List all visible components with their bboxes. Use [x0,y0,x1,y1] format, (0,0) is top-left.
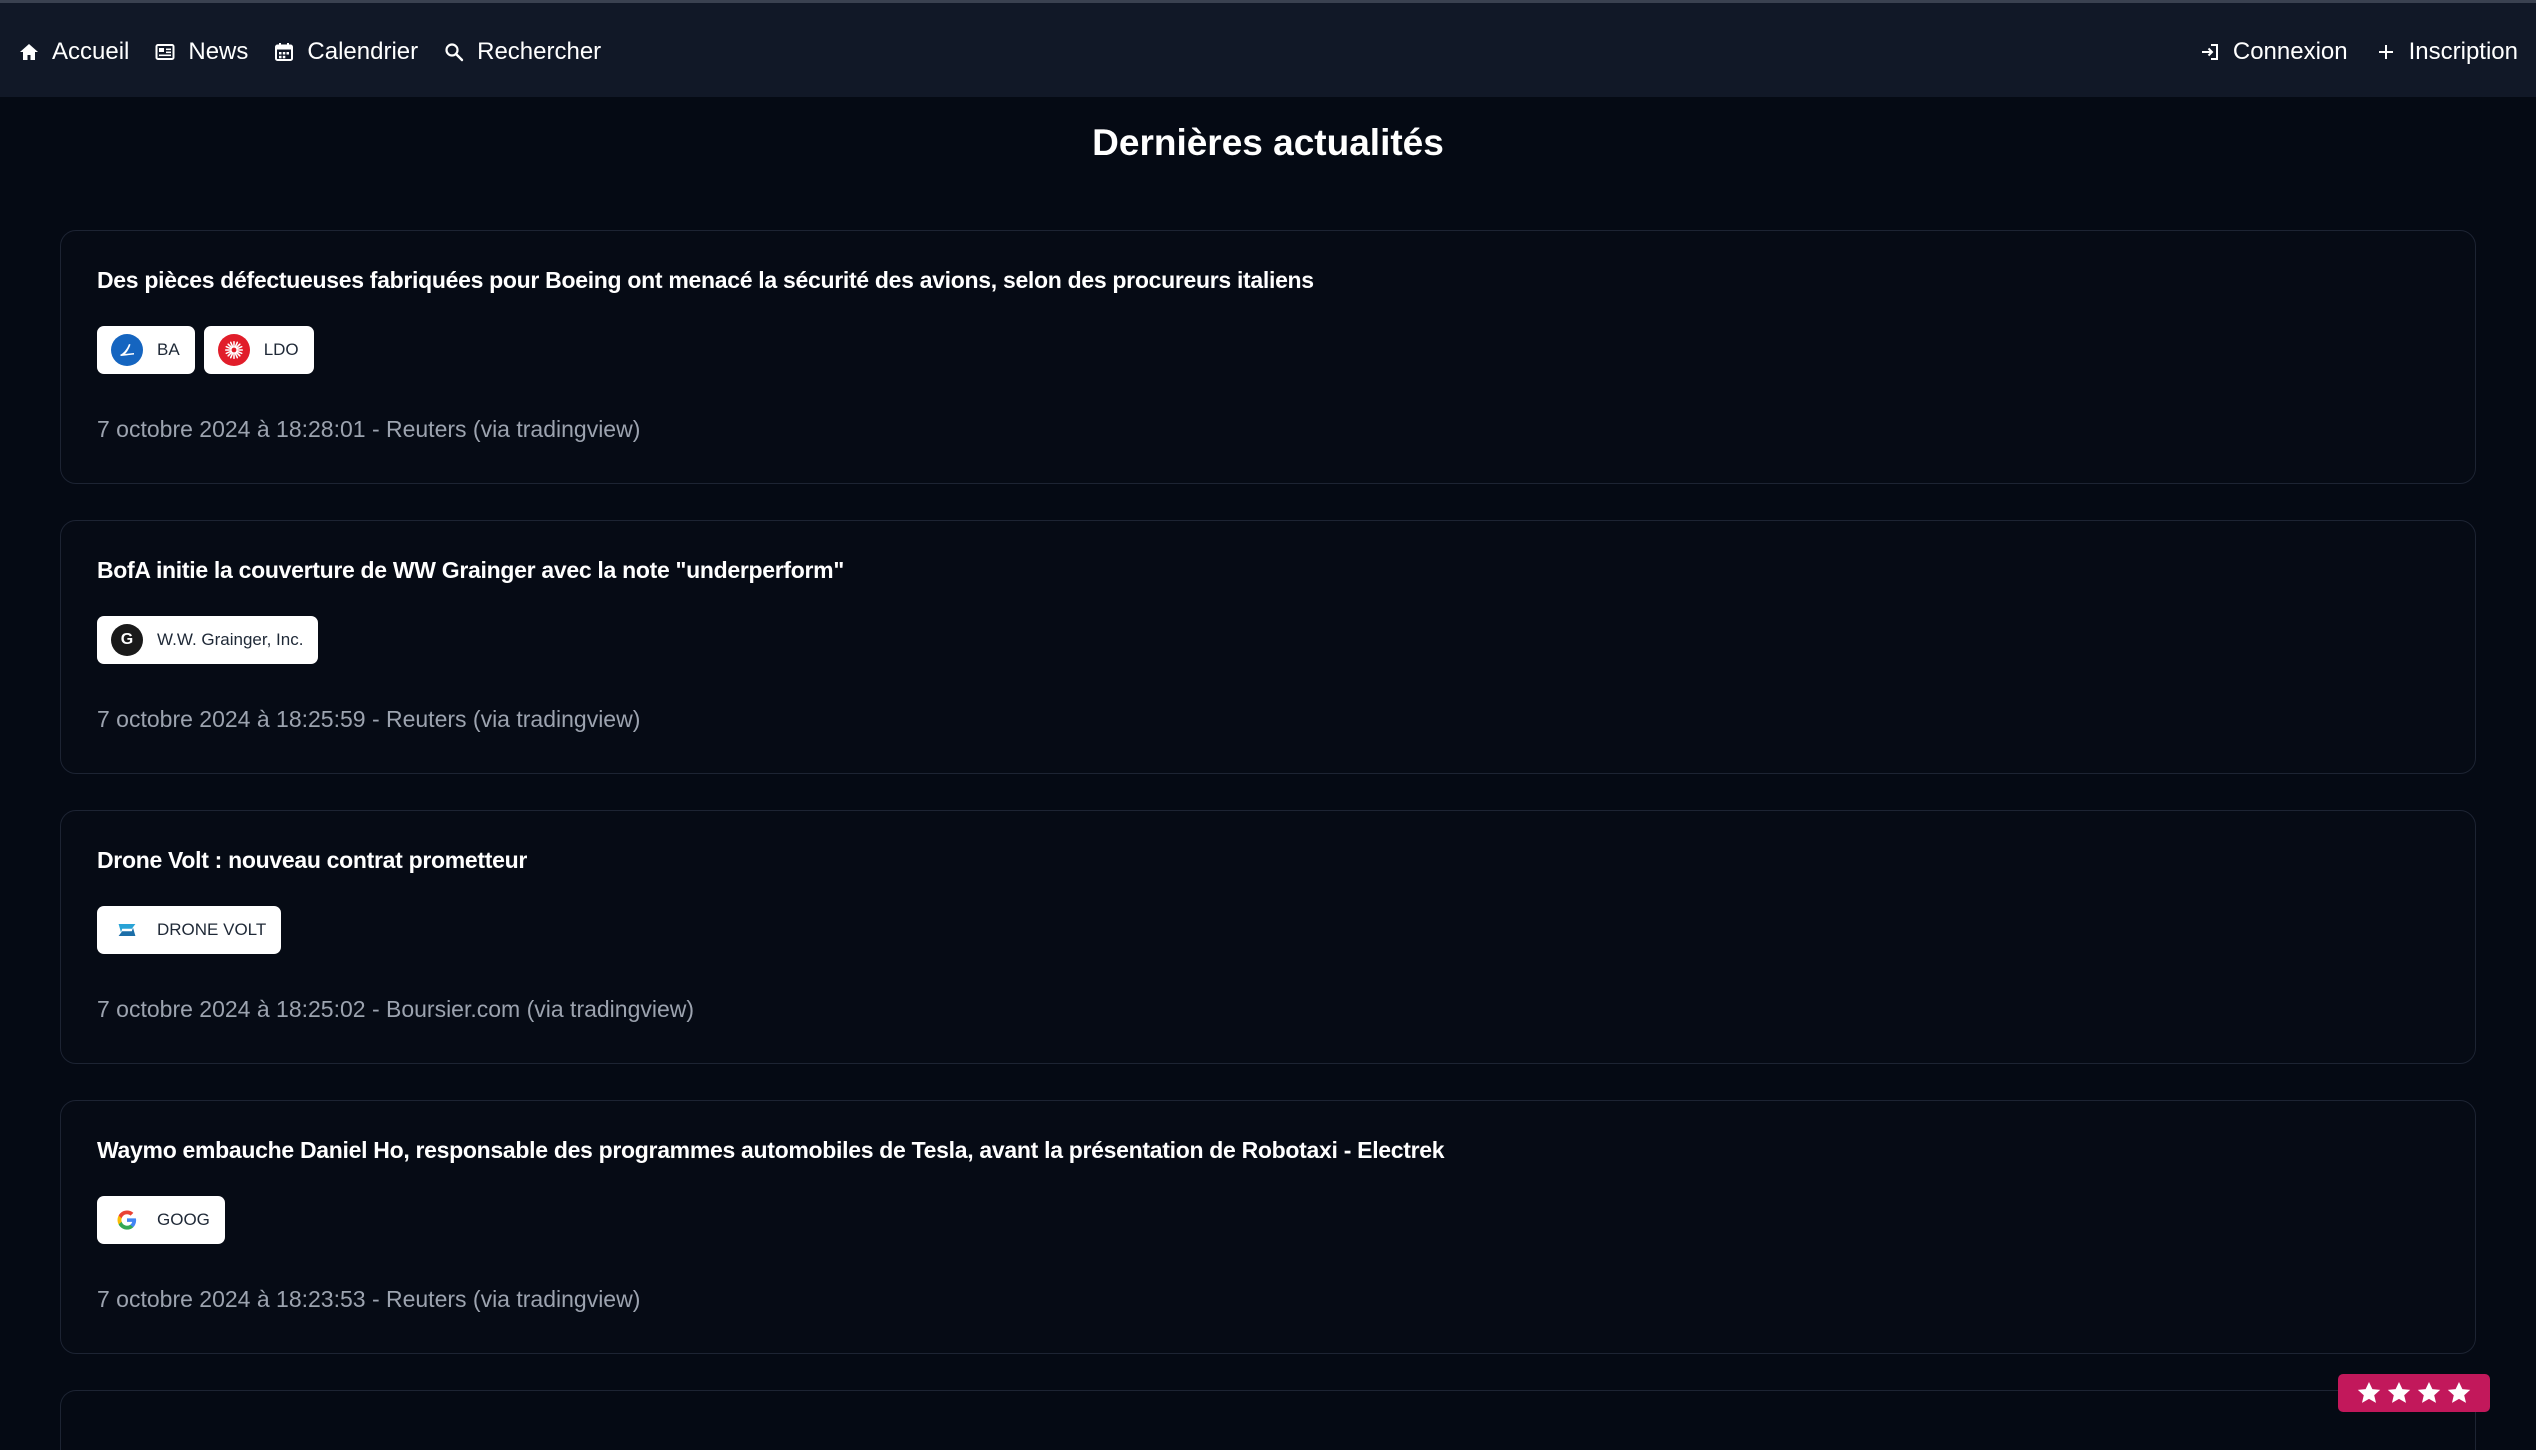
nav-news-label: News [188,37,249,65]
grainger-logo-icon: G [111,624,143,656]
news-title[interactable]: BofA initie la couverture de WW Grainger… [97,557,2439,584]
ticker-tags: BA LDO [97,326,2439,374]
news-card[interactable]: Drone Volt : nouveau contrat prometteur … [60,810,2476,1064]
ticker-tag-label: DRONE VOLT [157,920,267,939]
drone-volt-logo-icon [111,914,143,946]
newspaper-icon [154,41,176,63]
news-list: Des pièces défectueuses fabriquées pour … [60,230,2476,1450]
rating-badge[interactable] [2338,1374,2490,1412]
ticker-tags: GOOG [97,1196,2439,1244]
news-meta: 7 octobre 2024 à 18:25:59 - Reuters (via… [97,706,641,732]
top-navbar: Accueil News Calendrier Rechercher Conne… [0,0,2536,97]
calendar-icon [273,41,295,63]
news-card[interactable]: BofA initie la couverture de WW Grainger… [60,520,2476,774]
nav-accueil-label: Accueil [52,37,130,65]
nav-left-group: Accueil News Calendrier Rechercher [18,3,626,100]
ticker-tags: G W.W. Grainger, Inc. [97,616,2439,664]
nav-calendrier[interactable]: Calendrier [273,38,418,66]
ticker-tag-goog[interactable]: GOOG [97,1196,225,1244]
nav-connexion-label: Connexion [2232,37,2348,65]
star-icon [2387,1381,2411,1403]
news-title[interactable]: Waymo embauche Daniel Ho, responsable de… [97,1137,2439,1164]
nav-calendrier-label: Calendrier [307,37,419,65]
search-icon [443,41,465,63]
leonardo-logo-icon [217,334,250,366]
login-icon [2199,41,2221,63]
news-card[interactable]: Des pièces défectueuses fabriquées pour … [60,230,2476,484]
ticker-tag-ldo[interactable]: LDO [203,326,314,374]
news-meta: 7 octobre 2024 à 18:28:01 - Reuters (via… [97,416,641,442]
ticker-tag-label: W.W. Grainger, Inc. [157,630,304,649]
nav-inscription-label: Inscription [2408,37,2518,65]
news-title[interactable]: Des pièces défectueuses fabriquées pour … [97,267,2439,294]
ticker-tag-ba[interactable]: BA [97,326,195,374]
google-logo-icon [111,1204,143,1236]
nav-rechercher-label: Rechercher [477,37,602,65]
ticker-tag-label: GOOG [157,1210,210,1229]
star-icon [2447,1381,2471,1403]
nav-accueil[interactable]: Accueil [18,38,129,66]
nav-news[interactable]: News [154,38,248,66]
news-card-partial[interactable] [60,1390,2476,1450]
nav-connexion[interactable]: Connexion [2199,38,2348,66]
news-title[interactable]: Drone Volt : nouveau contrat prometteur [97,847,2439,874]
home-icon [18,41,40,63]
plus-icon [2375,41,2397,63]
page-title: Dernières actualités [1092,122,1444,163]
news-card[interactable]: Waymo embauche Daniel Ho, responsable de… [60,1100,2476,1354]
nav-right-group: Connexion Inscription [2172,3,2518,100]
ticker-tags: DRONE VOLT [97,906,2439,954]
nav-rechercher[interactable]: Rechercher [443,38,601,66]
boeing-logo-icon [111,334,143,366]
nav-inscription[interactable]: Inscription [2375,38,2518,66]
ticker-tag-label: BA [157,340,180,359]
news-meta: 7 octobre 2024 à 18:25:02 - Boursier.com… [97,996,695,1022]
ticker-tag-drone-volt[interactable]: DRONE VOLT [97,906,282,954]
star-icon [2357,1381,2381,1403]
news-meta: 7 octobre 2024 à 18:23:53 - Reuters (via… [97,1286,641,1312]
ticker-tag-gww[interactable]: G W.W. Grainger, Inc. [97,616,319,664]
star-icon [2417,1381,2441,1403]
ticker-tag-label: LDO [263,340,299,359]
